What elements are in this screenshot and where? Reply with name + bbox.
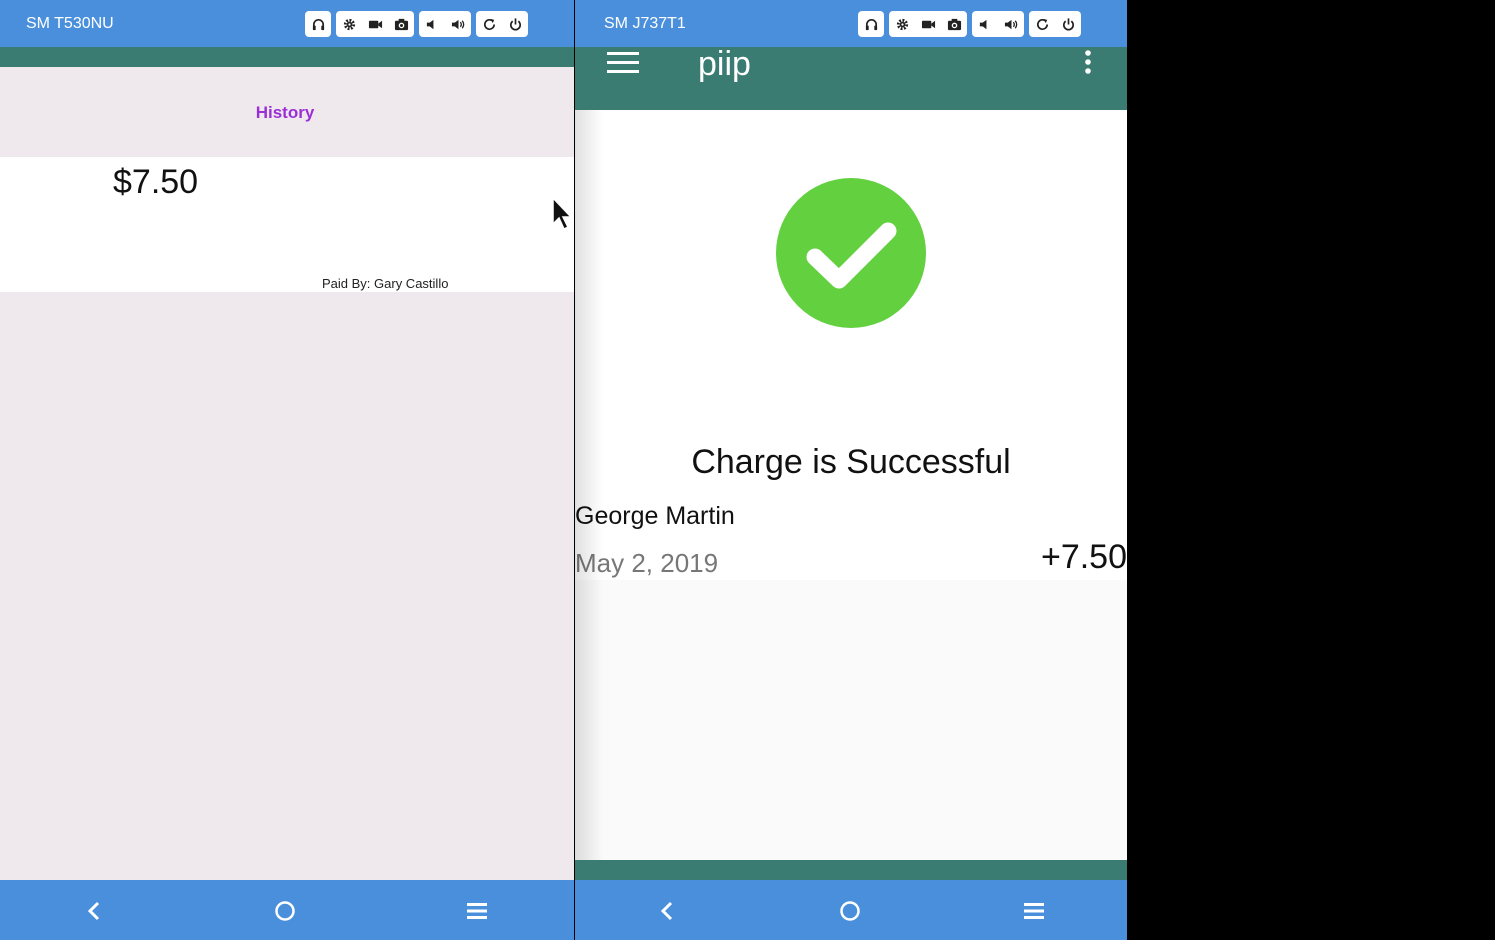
menu-nav-icon[interactable] <box>1019 896 1049 926</box>
charge-amount: +7.50 <box>1040 538 1127 576</box>
back-nav-icon[interactable] <box>652 896 682 926</box>
device-controls <box>305 11 528 37</box>
rotate-icon[interactable] <box>1029 11 1055 37</box>
drawer-edge-shadow <box>575 110 603 880</box>
android-nav-bar <box>575 880 1127 940</box>
device-control-bar: SM J737T1 <box>575 0 1127 47</box>
device-name: SM J737T1 <box>604 15 686 32</box>
home-nav-icon[interactable] <box>835 896 865 926</box>
volume-down-icon[interactable] <box>419 11 445 37</box>
more-options-icon[interactable] <box>1081 48 1095 78</box>
history-entry-card[interactable] <box>0 157 574 292</box>
bottom-app-strip <box>575 860 1127 880</box>
app-bar <box>575 47 1127 110</box>
video-camera-icon[interactable] <box>362 11 388 37</box>
power-icon[interactable] <box>1055 11 1081 37</box>
history-heading: History <box>255 103 315 122</box>
app-bar-collapsed <box>0 47 574 67</box>
home-nav-icon[interactable] <box>270 896 300 926</box>
device-sm-t530nu: SM T530NU History $7.50 Paid By: Gary Ca… <box>0 0 574 940</box>
android-nav-bar <box>0 880 574 940</box>
charge-status-text: Charge is Successful <box>691 443 1011 481</box>
headphone-icon[interactable] <box>858 11 884 37</box>
volume-down-icon[interactable] <box>972 11 998 37</box>
paid-by-label: Paid By: Gary Castillo <box>322 276 449 291</box>
rotate-icon[interactable] <box>476 11 502 37</box>
menu-nav-icon[interactable] <box>462 896 492 926</box>
headphone-icon[interactable] <box>305 11 331 37</box>
success-checkmark-icon <box>775 177 927 329</box>
settings-gear-icon[interactable] <box>336 11 362 37</box>
device-controls <box>858 11 1081 37</box>
camera-icon[interactable] <box>941 11 967 37</box>
device-control-bar: SM T530NU <box>0 0 574 47</box>
mouse-pointer-icon <box>551 196 573 237</box>
device-sm-j737t1: SM J737T1 piip Charge is Successful Geor… <box>575 0 1127 940</box>
hamburger-menu-icon[interactable] <box>607 51 639 75</box>
video-camera-icon[interactable] <box>915 11 941 37</box>
volume-up-icon[interactable] <box>998 11 1024 37</box>
app-title: piip <box>698 45 751 83</box>
settings-gear-icon[interactable] <box>889 11 915 37</box>
device-name: SM T530NU <box>26 15 114 32</box>
power-icon[interactable] <box>502 11 528 37</box>
history-amount: $7.50 <box>113 163 199 201</box>
volume-up-icon[interactable] <box>445 11 471 37</box>
back-nav-icon[interactable] <box>79 896 109 926</box>
camera-icon[interactable] <box>388 11 414 37</box>
